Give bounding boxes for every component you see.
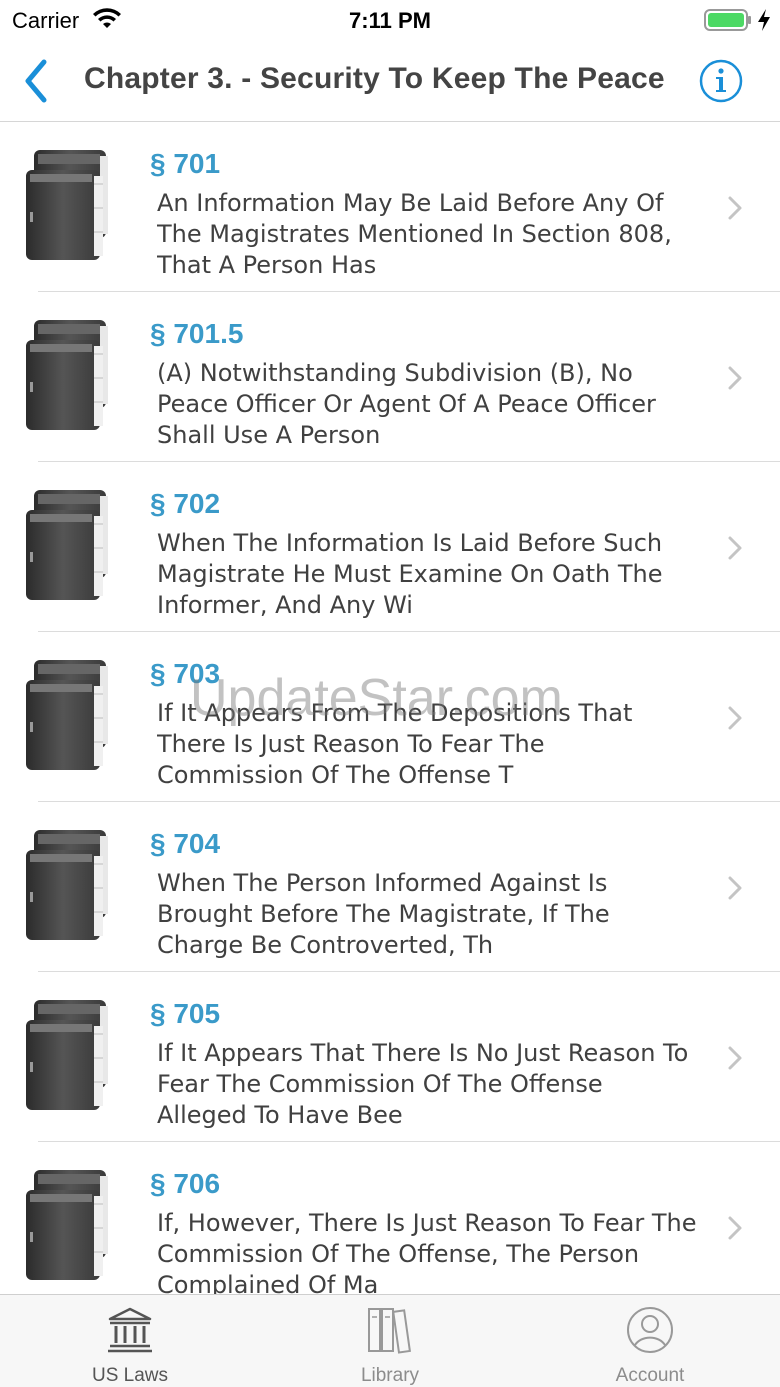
tab-label: US Laws [91, 1365, 169, 1386]
section-description: When The Person Informed Against Is Brou… [157, 869, 610, 959]
courthouse-icon [108, 1307, 152, 1353]
book-icon [24, 488, 112, 602]
chevron-right-icon [728, 706, 742, 730]
list-item[interactable]: § 701.5 (A) Notwithstanding Subdivision … [0, 292, 780, 462]
user-circle-icon [627, 1307, 673, 1353]
list-item[interactable]: § 702 When The Information Is Laid Befor… [0, 462, 780, 632]
tab-bar: US Laws Library Account [0, 1294, 780, 1387]
info-circle-icon[interactable] [698, 58, 744, 104]
section-description: When The Information Is Laid Before Such… [157, 529, 663, 619]
book-icon [24, 148, 112, 262]
section-list: § 701 An Information May Be Laid Before … [0, 122, 780, 1294]
section-number: § 701 [150, 148, 221, 179]
page-title: Chapter 3. - Security To Keep The Peace [84, 62, 665, 95]
tab-label: Account [615, 1365, 685, 1386]
chevron-right-icon [728, 876, 742, 900]
chevron-right-icon [728, 1216, 742, 1240]
tab-account[interactable]: Account [520, 1295, 780, 1387]
book-icon [24, 1168, 112, 1282]
list-item[interactable]: § 701 An Information May Be Laid Before … [0, 122, 780, 292]
section-description: (A) Notwithstanding Subdivision (B), No … [157, 359, 656, 449]
chevron-right-icon [728, 536, 742, 560]
section-description: If It Appears That There Is No Just Reas… [157, 1039, 689, 1129]
charging-icon [758, 9, 770, 31]
list-item[interactable]: § 703 If It Appears From The Depositions… [0, 632, 780, 802]
list-item[interactable]: § 704 When The Person Informed Against I… [0, 802, 780, 972]
section-number: § 706 [150, 1168, 221, 1199]
tab-library[interactable]: Library [260, 1295, 520, 1387]
nav-bar: Chapter 3. - Security To Keep The Peace [0, 40, 780, 122]
chevron-right-icon [728, 366, 742, 390]
section-number: § 705 [150, 998, 221, 1029]
section-description: An Information May Be Laid Before Any Of… [157, 189, 672, 279]
section-description: If It Appears From The Depositions That … [157, 699, 633, 789]
section-number: § 704 [150, 828, 221, 859]
section-number: § 702 [150, 488, 221, 519]
section-description: If, However, There Is Just Reason To Fea… [157, 1209, 697, 1294]
list-item[interactable]: § 706 If, However, There Is Just Reason … [0, 1142, 780, 1294]
clock-label: 7:11 PM [349, 8, 431, 33]
section-number: § 701.5 [150, 318, 244, 349]
books-icon [368, 1308, 411, 1354]
status-bar: Carrier 7:11 PM [0, 0, 780, 40]
book-icon [24, 828, 112, 942]
list-item[interactable]: § 705 If It Appears That There Is No Jus… [0, 972, 780, 1142]
chevron-left-icon[interactable] [20, 58, 52, 104]
book-icon [24, 658, 112, 772]
book-icon [24, 998, 112, 1112]
chevron-right-icon [728, 1046, 742, 1070]
battery-icon [704, 9, 751, 31]
book-icon [24, 318, 112, 432]
tab-label: Library [360, 1365, 420, 1386]
section-number: § 703 [150, 658, 221, 689]
tab-us-laws[interactable]: US Laws [0, 1295, 260, 1387]
chevron-right-icon [728, 196, 742, 220]
